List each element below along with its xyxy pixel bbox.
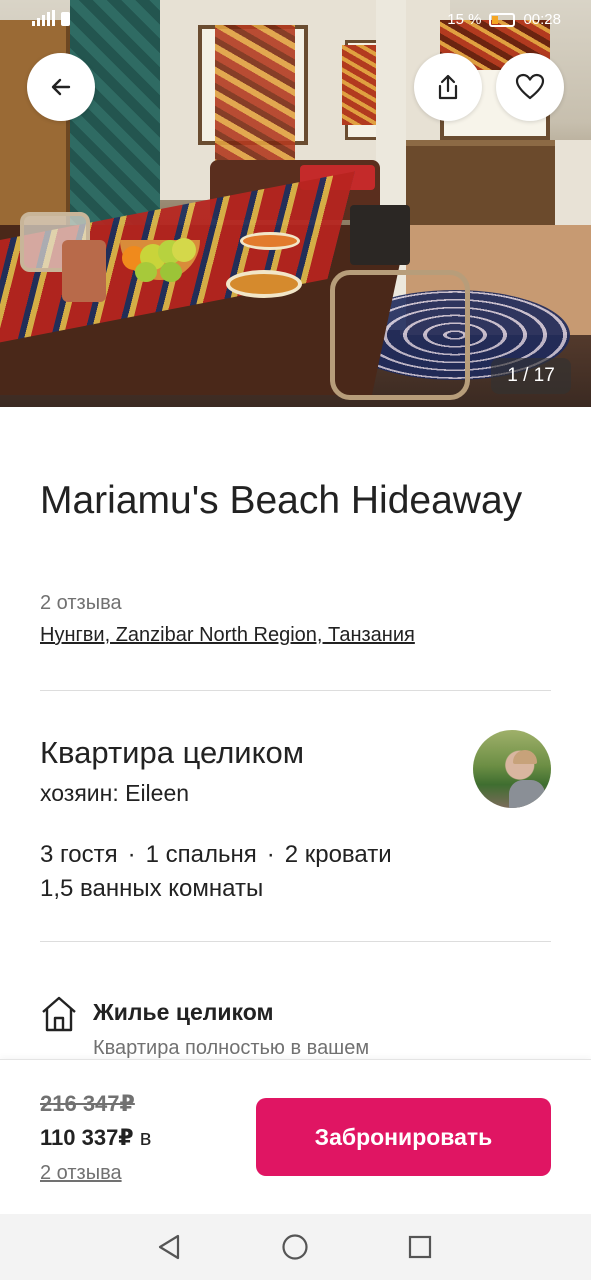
share-button[interactable] [414,53,482,121]
arrow-left-icon [51,78,71,96]
specs-row: 3 гостя · 1 спальня · 2 кровати [40,838,392,872]
divider [40,941,551,942]
listing-type: Квартира целиком [40,735,305,770]
square-recents-icon [408,1235,432,1259]
battery-percent: 15 % [447,11,482,28]
photo-counter: 1 / 17 [491,358,571,394]
back-button[interactable] [27,53,95,121]
status-bar: 15 % 00:28 [0,0,591,40]
book-button[interactable]: Забронировать [256,1098,551,1176]
reviews-count[interactable]: 2 отзыва [40,592,122,615]
feature-description: Квартира полностью в вашем [93,1037,370,1059]
system-nav-bar [0,1214,591,1280]
triangle-back-icon [158,1234,180,1260]
listing-photo[interactable]: 15 % 00:28 1 / 17 [0,0,591,407]
divider [40,690,551,691]
signal-indicators [32,10,70,26]
price-suffix: в [139,1125,152,1150]
nav-back-button[interactable] [154,1232,184,1262]
booking-reviews-link[interactable]: 2 отзыва [40,1162,122,1185]
bedrooms-count: 1 спальня [145,841,257,868]
circle-home-icon [282,1234,308,1260]
signal-icon [32,10,55,26]
share-icon [438,74,458,100]
nav-home-button[interactable] [280,1232,310,1262]
nav-recents-button[interactable] [405,1232,435,1262]
listing-specs: 3 гостя · 1 спальня · 2 кровати 1,5 ванных к… [40,838,392,906]
guests-count: 3 гостя [40,841,118,868]
beds-count: 2 кровати [284,841,392,868]
discounted-price: 110 337₽ в [40,1125,151,1151]
separator: · [266,841,275,868]
baths-count: 1,5 ванных комнаты [40,875,264,902]
host-avatar[interactable] [473,730,551,808]
clock: 00:28 [523,11,561,28]
heart-icon [515,73,545,100]
price-value: 110 337₽ [40,1125,134,1150]
host-name: хозяин: Eileen [40,780,190,806]
listing-title: Mariamu's Beach Hideaway [40,479,523,522]
home-icon [42,996,76,1032]
separator: · [127,841,136,868]
save-to-wishlist-button[interactable] [496,53,564,121]
feature-title: Жилье целиком [93,999,274,1025]
location-link[interactable]: Нунгви, Zanzibar North Region, Танзания [40,624,415,647]
notification-icon [61,12,70,26]
battery-icon [489,12,516,27]
original-price: 216 347₽ [40,1091,135,1116]
